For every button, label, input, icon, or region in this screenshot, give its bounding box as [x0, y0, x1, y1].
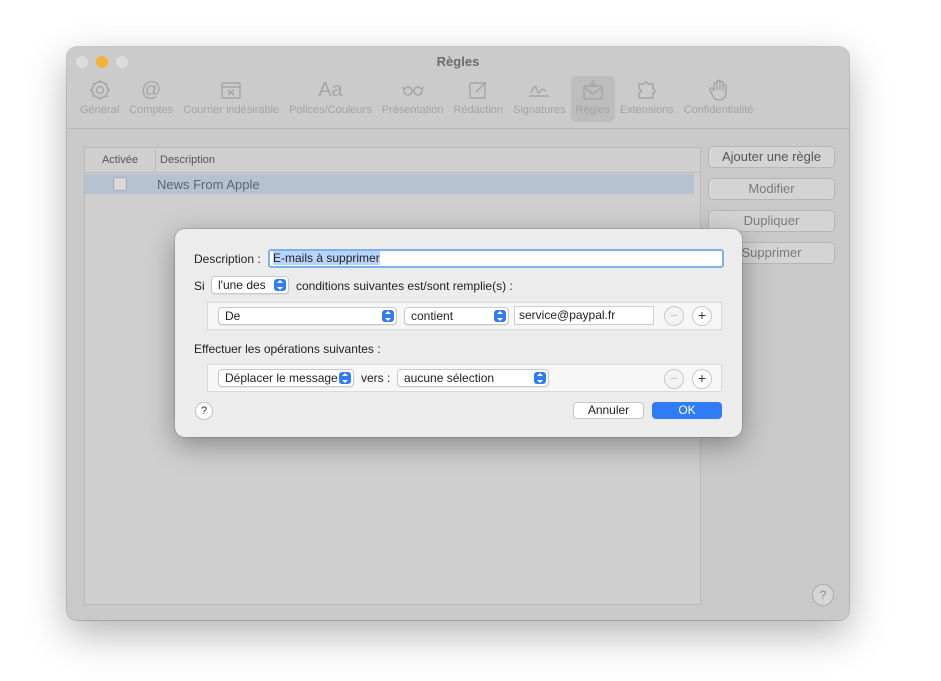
condition-value-field[interactable]: service@paypal.fr [514, 306, 654, 325]
compose-icon [466, 76, 490, 104]
puzzle-icon [635, 76, 659, 104]
chevron-up-down-icon [534, 372, 546, 384]
match-any-value: l'une des [218, 278, 266, 292]
add-rule-button[interactable]: Ajouter une règle [708, 146, 835, 168]
action-target-value: aucune sélection [404, 371, 495, 385]
column-header-description[interactable]: Description [156, 154, 215, 166]
gear-icon [88, 76, 112, 104]
chevron-up-down-icon [274, 279, 286, 291]
rules-icon [581, 76, 605, 104]
ok-button[interactable]: OK [652, 402, 722, 419]
action-type-value: Déplacer le message [225, 371, 338, 385]
conditions-box: De contient service@paypal.fr − + [207, 302, 722, 330]
tab-composing[interactable]: Rédaction [448, 76, 508, 122]
action-type-popup[interactable]: Déplacer le message [218, 369, 354, 387]
conditions-text: conditions suivantes est/sont remplie(s)… [296, 279, 513, 293]
condition-field-popup[interactable]: De [218, 307, 397, 325]
match-any-popup[interactable]: l'une des [211, 276, 289, 294]
tab-viewing[interactable]: Présentation [377, 76, 449, 122]
tab-label: Signatures [513, 104, 566, 116]
tab-label: Courrier indésirable [183, 104, 280, 116]
hand-icon [707, 76, 731, 104]
if-label: Si [194, 279, 205, 293]
chevron-up-down-icon [382, 310, 394, 322]
junk-mail-icon [219, 76, 243, 104]
condition-operator-popup[interactable]: contient [404, 307, 509, 325]
add-action-button[interactable]: + [692, 369, 712, 389]
glasses-icon [401, 76, 425, 104]
table-row[interactable]: News From Apple [85, 174, 694, 194]
tab-general[interactable]: Général [75, 76, 124, 122]
actions-label: Effectuer les opérations suivantes : [194, 342, 381, 356]
tab-label: Extensions [619, 104, 674, 116]
tab-privacy[interactable]: Confidentialité [679, 76, 759, 122]
column-header-enabled[interactable]: Activée [85, 148, 156, 172]
help-button[interactable]: ? [812, 584, 834, 606]
tab-label: Rédaction [453, 104, 504, 116]
action-target-popup[interactable]: aucune sélection [397, 369, 549, 387]
to-label: vers : [361, 371, 391, 385]
remove-condition-button[interactable]: − [664, 306, 684, 326]
rule-enabled-checkbox[interactable] [113, 177, 127, 191]
actions-box: Déplacer le message vers : aucune sélect… [207, 364, 722, 392]
tab-junk-mail[interactable]: Courrier indésirable [178, 76, 284, 122]
tab-accounts[interactable]: @ Comptes [124, 76, 178, 122]
rule-description: News From Apple [157, 176, 260, 192]
description-value: E-mails à supprimer [273, 251, 380, 265]
window-title: Règles [436, 54, 480, 69]
tab-extensions[interactable]: Extensions [615, 76, 679, 122]
cancel-button[interactable]: Annuler [573, 402, 644, 419]
condition-operator-value: contient [411, 309, 454, 323]
description-field[interactable]: E-mails à supprimer [268, 249, 724, 268]
condition-field-value: De [225, 309, 241, 323]
tab-label: Présentation [381, 104, 444, 116]
chevron-up-down-icon [494, 310, 506, 322]
rule-editor-sheet: Description : E-mails à supprimer Si l'u… [175, 229, 742, 437]
chevron-up-down-icon [339, 372, 351, 384]
sheet-help-button[interactable]: ? [195, 402, 213, 420]
table-header: Activée Description [85, 148, 700, 173]
at-icon: @ [141, 78, 162, 101]
row-enabled-cell [85, 177, 155, 191]
description-label: Description : [194, 252, 261, 266]
tab-rules[interactable]: Règles [570, 76, 615, 122]
tab-label: Confidentialité [683, 104, 754, 116]
tab-fonts-colors[interactable]: Aa Polices/Couleurs [284, 76, 377, 122]
edit-rule-button[interactable]: Modifier [708, 178, 835, 200]
preferences-toolbar: Général @ Comptes Courrier indésirable A… [75, 76, 758, 124]
tab-label: Polices/Couleurs [289, 104, 372, 116]
tab-label: Général [80, 104, 120, 116]
tab-signatures[interactable]: Signatures [508, 76, 571, 122]
remove-action-button[interactable]: − [664, 369, 684, 389]
signature-icon [527, 76, 551, 104]
tab-label: Règles [575, 104, 610, 116]
tab-label: Comptes [129, 104, 174, 116]
titlebar: Règles Général @ Comptes Courrier indési… [67, 47, 849, 129]
add-condition-button[interactable]: + [692, 306, 712, 326]
fonts-icon: Aa [318, 78, 343, 101]
